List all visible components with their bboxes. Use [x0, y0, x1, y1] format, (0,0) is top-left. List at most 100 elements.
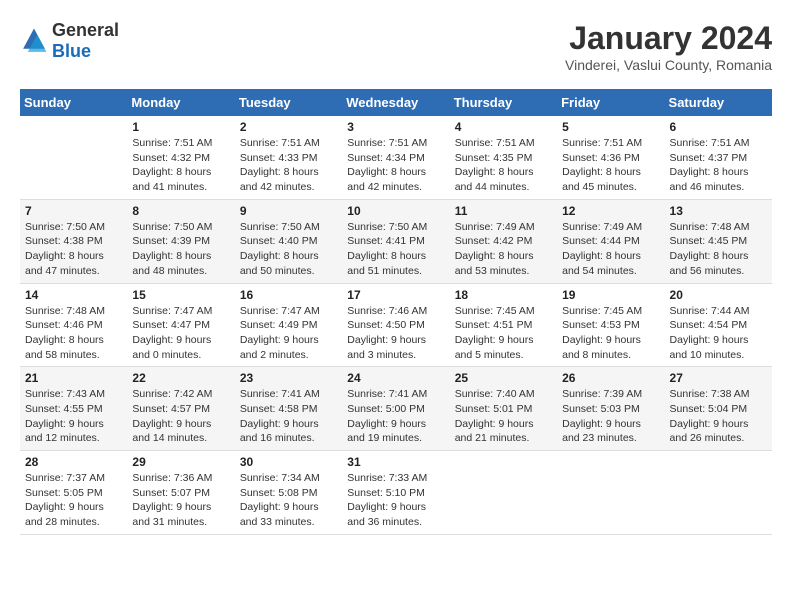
- calendar-cell: 23 Sunrise: 7:41 AM Sunset: 4:58 PM Dayli…: [235, 367, 342, 451]
- calendar-table: SundayMondayTuesdayWednesdayThursdayFrid…: [20, 89, 772, 535]
- day-number: 22: [132, 371, 229, 385]
- day-info: Sunrise: 7:51 AM Sunset: 4:32 PM Dayligh…: [132, 136, 229, 195]
- calendar-cell: 17Sunrise: 7:46 AM Sunset: 4:50 PM Dayli…: [342, 283, 449, 367]
- day-number: 29: [132, 455, 229, 469]
- day-info: Sunrise: 7:41 AM Sunset: 4:58 PM Dayligh…: [240, 387, 337, 446]
- day-info: Sunrise: 7:51 AM Sunset: 4:34 PM Dayligh…: [347, 136, 444, 195]
- location-subtitle: Vinderei, Vaslui County, Romania: [565, 57, 772, 73]
- day-info: Sunrise: 7:51 AM Sunset: 4:37 PM Dayligh…: [670, 136, 767, 195]
- calendar-cell: 9 Sunrise: 7:50 AM Sunset: 4:40 PM Daylig…: [235, 199, 342, 283]
- day-number: 16: [240, 288, 337, 302]
- calendar-cell: 25 Sunrise: 7:40 AM Sunset: 5:01 PM Dayli…: [450, 367, 557, 451]
- day-info: Sunrise: 7:42 AM Sunset: 4:57 PM Dayligh…: [132, 387, 229, 446]
- day-number: 4: [455, 120, 552, 134]
- calendar-cell: 26 Sunrise: 7:39 AM Sunset: 5:03 PM Dayli…: [557, 367, 664, 451]
- day-number: 20: [670, 288, 767, 302]
- day-number: 17: [347, 288, 444, 302]
- calendar-cell: 16 Sunrise: 7:47 AM Sunset: 4:49 PM Dayli…: [235, 283, 342, 367]
- title-block: January 2024 Vinderei, Vaslui County, Ro…: [565, 20, 772, 73]
- day-number: 28: [25, 455, 122, 469]
- day-number: 6: [670, 120, 767, 134]
- weekday-header-tuesday: Tuesday: [235, 89, 342, 116]
- calendar-cell: [450, 451, 557, 535]
- week-row-4: 21Sunrise: 7:43 AM Sunset: 4:55 PM Dayli…: [20, 367, 772, 451]
- day-info: Sunrise: 7:47 AM Sunset: 4:47 PM Dayligh…: [132, 304, 229, 363]
- calendar-cell: 4 Sunrise: 7:51 AM Sunset: 4:35 PM Daylig…: [450, 116, 557, 199]
- day-number: 3: [347, 120, 444, 134]
- day-number: 14: [25, 288, 122, 302]
- calendar-cell: 2 Sunrise: 7:51 AM Sunset: 4:33 PM Daylig…: [235, 116, 342, 199]
- day-info: Sunrise: 7:38 AM Sunset: 5:04 PM Dayligh…: [670, 387, 767, 446]
- month-title: January 2024: [565, 20, 772, 57]
- day-number: 11: [455, 204, 552, 218]
- logo-general: General: [52, 20, 119, 40]
- week-row-3: 14 Sunrise: 7:48 AM Sunset: 4:46 PM Dayli…: [20, 283, 772, 367]
- weekday-header-friday: Friday: [557, 89, 664, 116]
- calendar-cell: 7Sunrise: 7:50 AM Sunset: 4:38 PM Daylig…: [20, 199, 127, 283]
- day-number: 31: [347, 455, 444, 469]
- day-number: 7: [25, 204, 122, 218]
- calendar-cell: 19 Sunrise: 7:45 AM Sunset: 4:53 PM Dayli…: [557, 283, 664, 367]
- day-number: 10: [347, 204, 444, 218]
- day-info: Sunrise: 7:45 AM Sunset: 4:53 PM Dayligh…: [562, 304, 659, 363]
- day-info: Sunrise: 7:47 AM Sunset: 4:49 PM Dayligh…: [240, 304, 337, 363]
- calendar-cell: 15 Sunrise: 7:47 AM Sunset: 4:47 PM Dayli…: [127, 283, 234, 367]
- calendar-cell: 24 Sunrise: 7:41 AM Sunset: 5:00 PM Dayli…: [342, 367, 449, 451]
- day-info: Sunrise: 7:51 AM Sunset: 4:35 PM Dayligh…: [455, 136, 552, 195]
- calendar-cell: 30Sunrise: 7:34 AM Sunset: 5:08 PM Dayli…: [235, 451, 342, 535]
- day-info: Sunrise: 7:49 AM Sunset: 4:44 PM Dayligh…: [562, 220, 659, 279]
- day-info: Sunrise: 7:48 AM Sunset: 4:46 PM Dayligh…: [25, 304, 122, 363]
- day-number: 2: [240, 120, 337, 134]
- day-number: 9: [240, 204, 337, 218]
- day-number: 25: [455, 371, 552, 385]
- day-number: 18: [455, 288, 552, 302]
- day-number: 26: [562, 371, 659, 385]
- weekday-header-wednesday: Wednesday: [342, 89, 449, 116]
- day-info: Sunrise: 7:45 AM Sunset: 4:51 PM Dayligh…: [455, 304, 552, 363]
- week-row-1: 1Sunrise: 7:51 AM Sunset: 4:32 PM Daylig…: [20, 116, 772, 199]
- calendar-cell: 28 Sunrise: 7:37 AM Sunset: 5:05 PM Dayli…: [20, 451, 127, 535]
- day-info: Sunrise: 7:49 AM Sunset: 4:42 PM Dayligh…: [455, 220, 552, 279]
- day-number: 12: [562, 204, 659, 218]
- day-number: 5: [562, 120, 659, 134]
- day-info: Sunrise: 7:51 AM Sunset: 4:33 PM Dayligh…: [240, 136, 337, 195]
- week-row-2: 7Sunrise: 7:50 AM Sunset: 4:38 PM Daylig…: [20, 199, 772, 283]
- calendar-cell: 22 Sunrise: 7:42 AM Sunset: 4:57 PM Dayli…: [127, 367, 234, 451]
- week-row-5: 28 Sunrise: 7:37 AM Sunset: 5:05 PM Dayli…: [20, 451, 772, 535]
- weekday-header-saturday: Saturday: [665, 89, 772, 116]
- weekday-header-monday: Monday: [127, 89, 234, 116]
- calendar-cell: 29 Sunrise: 7:36 AM Sunset: 5:07 PM Dayli…: [127, 451, 234, 535]
- day-number: 19: [562, 288, 659, 302]
- day-number: 13: [670, 204, 767, 218]
- weekday-header-row: SundayMondayTuesdayWednesdayThursdayFrid…: [20, 89, 772, 116]
- day-number: 21: [25, 371, 122, 385]
- calendar-cell: 18 Sunrise: 7:45 AM Sunset: 4:51 PM Dayli…: [450, 283, 557, 367]
- day-info: Sunrise: 7:40 AM Sunset: 5:01 PM Dayligh…: [455, 387, 552, 446]
- day-info: Sunrise: 7:33 AM Sunset: 5:10 PM Dayligh…: [347, 471, 444, 530]
- page-header: General Blue January 2024 Vinderei, Vasl…: [20, 20, 772, 73]
- day-number: 27: [670, 371, 767, 385]
- calendar-cell: [20, 116, 127, 199]
- day-info: Sunrise: 7:51 AM Sunset: 4:36 PM Dayligh…: [562, 136, 659, 195]
- logo-blue: Blue: [52, 41, 91, 61]
- calendar-cell: 11 Sunrise: 7:49 AM Sunset: 4:42 PM Dayli…: [450, 199, 557, 283]
- day-info: Sunrise: 7:50 AM Sunset: 4:39 PM Dayligh…: [132, 220, 229, 279]
- calendar-cell: [557, 451, 664, 535]
- day-info: Sunrise: 7:41 AM Sunset: 5:00 PM Dayligh…: [347, 387, 444, 446]
- logo-icon: [20, 27, 48, 55]
- calendar-cell: 20Sunrise: 7:44 AM Sunset: 4:54 PM Dayli…: [665, 283, 772, 367]
- calendar-cell: 1Sunrise: 7:51 AM Sunset: 4:32 PM Daylig…: [127, 116, 234, 199]
- calendar-cell: 14 Sunrise: 7:48 AM Sunset: 4:46 PM Dayli…: [20, 283, 127, 367]
- day-info: Sunrise: 7:50 AM Sunset: 4:40 PM Dayligh…: [240, 220, 337, 279]
- calendar-cell: 27 Sunrise: 7:38 AM Sunset: 5:04 PM Dayli…: [665, 367, 772, 451]
- day-number: 24: [347, 371, 444, 385]
- day-info: Sunrise: 7:36 AM Sunset: 5:07 PM Dayligh…: [132, 471, 229, 530]
- day-info: Sunrise: 7:39 AM Sunset: 5:03 PM Dayligh…: [562, 387, 659, 446]
- weekday-header-sunday: Sunday: [20, 89, 127, 116]
- day-number: 15: [132, 288, 229, 302]
- weekday-header-thursday: Thursday: [450, 89, 557, 116]
- day-number: 23: [240, 371, 337, 385]
- calendar-cell: [665, 451, 772, 535]
- day-info: Sunrise: 7:34 AM Sunset: 5:08 PM Dayligh…: [240, 471, 337, 530]
- day-info: Sunrise: 7:37 AM Sunset: 5:05 PM Dayligh…: [25, 471, 122, 530]
